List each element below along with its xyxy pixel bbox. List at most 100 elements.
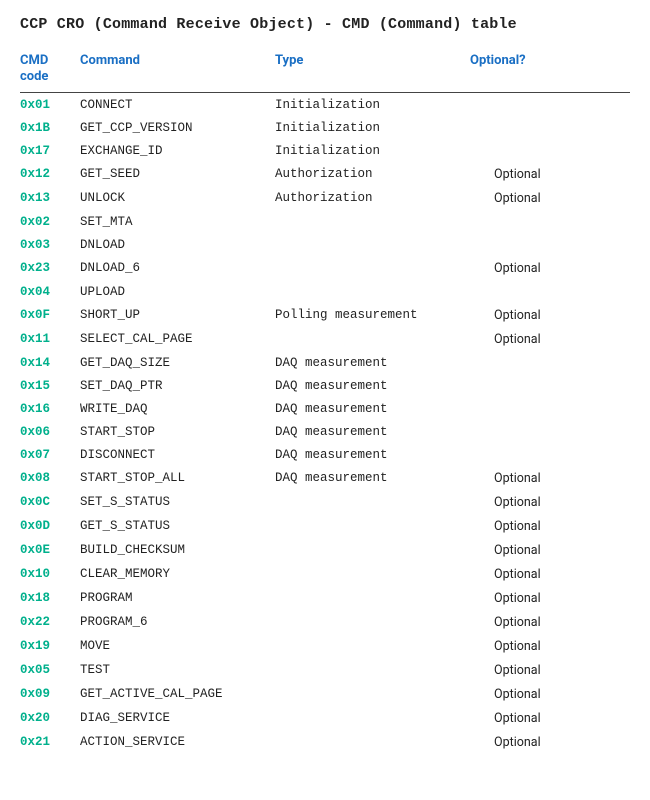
type-cell: DAQ measurement (275, 397, 470, 420)
optional-cell (470, 233, 630, 256)
cmd-code-cell: 0x11 (20, 327, 80, 351)
cmd-code-cell: 0x0F (20, 303, 80, 327)
table-row: 0x15SET_DAQ_PTRDAQ measurement (20, 374, 630, 397)
cmd-code-cell: 0x05 (20, 658, 80, 682)
type-cell: Initialization (275, 139, 470, 162)
table-row: 0x13UNLOCKAuthorizationOptional (20, 186, 630, 210)
command-cell: GET_SEED (80, 162, 275, 186)
cmd-code-cell: 0x03 (20, 233, 80, 256)
command-cell: PROGRAM_6 (80, 610, 275, 634)
command-cell: UPLOAD (80, 280, 275, 303)
command-cell: GET_S_STATUS (80, 514, 275, 538)
command-cell: DNLOAD (80, 233, 275, 256)
type-cell (275, 658, 470, 682)
header-optional: Optional? (470, 47, 630, 93)
type-cell (275, 490, 470, 514)
type-cell (275, 730, 470, 754)
command-cell: MOVE (80, 634, 275, 658)
optional-cell (470, 280, 630, 303)
command-cell: SHORT_UP (80, 303, 275, 327)
table-row: 0x1BGET_CCP_VERSIONInitialization (20, 116, 630, 139)
cmd-code-cell: 0x02 (20, 210, 80, 233)
table-row: 0x02SET_MTA (20, 210, 630, 233)
command-cell: EXCHANGE_ID (80, 139, 275, 162)
cmd-code-cell: 0x0E (20, 538, 80, 562)
cmd-code-cell: 0x08 (20, 466, 80, 490)
optional-cell (470, 397, 630, 420)
type-cell: DAQ measurement (275, 443, 470, 466)
table-row: 0x23DNLOAD_6 Optional (20, 256, 630, 280)
type-cell (275, 586, 470, 610)
table-row: 0x07DISCONNECTDAQ measurement (20, 443, 630, 466)
table-row: 0x04UPLOAD (20, 280, 630, 303)
optional-cell: Optional (470, 303, 630, 327)
table-row: 0x0CSET_S_STATUS Optional (20, 490, 630, 514)
table-row: 0x09GET_ACTIVE_CAL_PAGEOptional (20, 682, 630, 706)
optional-cell (470, 116, 630, 139)
cmd-code-cell: 0x19 (20, 634, 80, 658)
optional-cell: Optional (470, 186, 630, 210)
optional-cell (470, 420, 630, 443)
cmd-code-cell: 0x18 (20, 586, 80, 610)
optional-cell: Optional (470, 466, 630, 490)
type-cell (275, 327, 470, 351)
optional-cell: Optional (470, 256, 630, 280)
command-cell: START_STOP (80, 420, 275, 443)
command-cell: DIAG_SERVICE (80, 706, 275, 730)
optional-cell: Optional (470, 490, 630, 514)
optional-cell: Optional (470, 610, 630, 634)
type-cell: DAQ measurement (275, 374, 470, 397)
table-row: 0x12GET_SEEDAuthorizationOptional (20, 162, 630, 186)
command-cell: SET_MTA (80, 210, 275, 233)
cmd-code-cell: 0x13 (20, 186, 80, 210)
cmd-code-cell: 0x15 (20, 374, 80, 397)
type-cell (275, 562, 470, 586)
command-cell: GET_DAQ_SIZE (80, 351, 275, 374)
type-cell (275, 682, 470, 706)
cmd-code-cell: 0x16 (20, 397, 80, 420)
command-cell: START_STOP_ALL (80, 466, 275, 490)
cmd-code-cell: 0x09 (20, 682, 80, 706)
type-cell (275, 514, 470, 538)
optional-cell (470, 210, 630, 233)
command-cell: BUILD_CHECKSUM (80, 538, 275, 562)
table-row: 0x19MOVE Optional (20, 634, 630, 658)
command-cell: SET_S_STATUS (80, 490, 275, 514)
optional-cell: Optional (470, 706, 630, 730)
table-row: 0x01CONNECTInitialization (20, 93, 630, 117)
type-cell: Initialization (275, 116, 470, 139)
table-row: 0x22PROGRAM_6 Optional (20, 610, 630, 634)
type-cell: Authorization (275, 186, 470, 210)
cmd-code-cell: 0x23 (20, 256, 80, 280)
cmd-code-cell: 0x1B (20, 116, 80, 139)
cmd-code-cell: 0x22 (20, 610, 80, 634)
type-cell (275, 233, 470, 256)
table-row: 0x0EBUILD_CHECKSUMOptional (20, 538, 630, 562)
optional-cell: Optional (470, 682, 630, 706)
cmd-code-cell: 0x0D (20, 514, 80, 538)
cmd-code-cell: 0x14 (20, 351, 80, 374)
table-row: 0x03DNLOAD (20, 233, 630, 256)
type-cell (275, 610, 470, 634)
type-cell: Authorization (275, 162, 470, 186)
command-cell: WRITE_DAQ (80, 397, 275, 420)
optional-cell: Optional (470, 327, 630, 351)
command-cell: TEST (80, 658, 275, 682)
command-cell: DNLOAD_6 (80, 256, 275, 280)
command-cell: GET_CCP_VERSION (80, 116, 275, 139)
table-header-row: CMD code Command Type Optional? (20, 47, 630, 93)
table-row: 0x0FSHORT_UPPolling measurementOptional (20, 303, 630, 327)
optional-cell: Optional (470, 514, 630, 538)
optional-cell: Optional (470, 634, 630, 658)
command-cell: ACTION_SERVICE (80, 730, 275, 754)
cmd-code-cell: 0x17 (20, 139, 80, 162)
type-cell: DAQ measurement (275, 420, 470, 443)
type-cell (275, 538, 470, 562)
cmd-code-cell: 0x10 (20, 562, 80, 586)
table-row: 0x21ACTION_SERVICEOptional (20, 730, 630, 754)
table-row: 0x06START_STOPDAQ measurement (20, 420, 630, 443)
table-row: 0x0DGET_S_STATUS Optional (20, 514, 630, 538)
optional-cell (470, 93, 630, 117)
cmd-code-cell: 0x21 (20, 730, 80, 754)
cmd-code-cell: 0x0C (20, 490, 80, 514)
